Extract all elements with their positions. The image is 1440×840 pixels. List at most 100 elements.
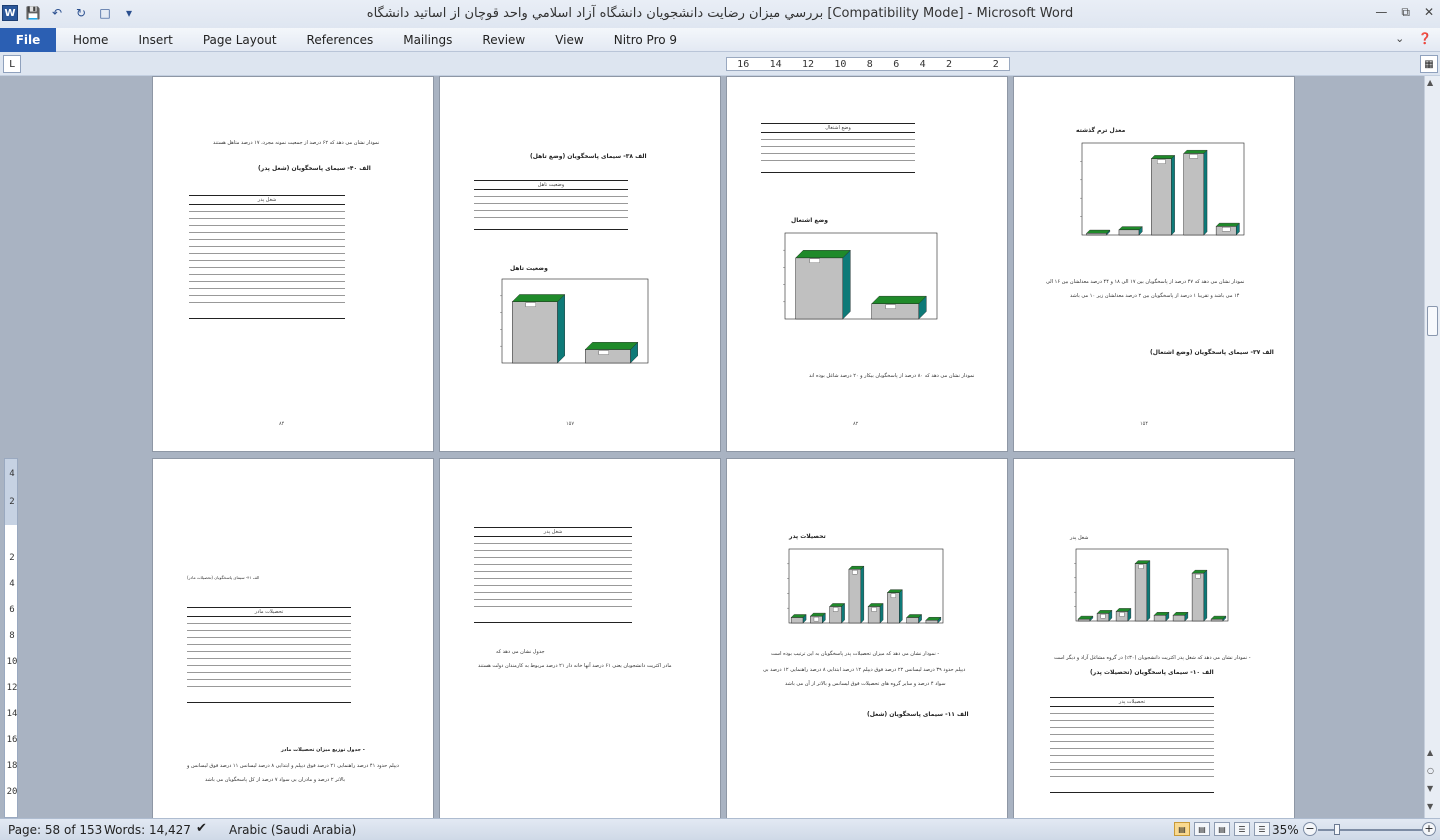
data-label <box>813 616 819 622</box>
ruler-tick: 2 <box>945 58 952 70</box>
table-row <box>474 558 632 565</box>
table-row <box>1050 756 1214 763</box>
table-row <box>474 551 632 558</box>
bar <box>795 257 844 320</box>
bar <box>925 619 939 624</box>
close-icon[interactable]: ✕ <box>1424 5 1434 20</box>
zoom-out-button[interactable]: − <box>1303 822 1317 836</box>
data-label <box>833 607 839 612</box>
page-text: نمودار نشان می دهد که ۸۰ درصد از پاسخگوی… <box>809 373 975 379</box>
print-layout-icon[interactable]: ▤ <box>1174 822 1190 836</box>
ruler-tick: 14 <box>769 58 782 70</box>
bar-side <box>1203 569 1208 622</box>
tab-references[interactable]: References <box>292 28 389 52</box>
vruler-tick: 8 <box>9 631 15 641</box>
table-row <box>187 666 351 673</box>
page-thumbnail[interactable]: نمودار نشان می دهد که ۶۲ درصد از جمعیت ن… <box>152 76 434 452</box>
outline-icon[interactable]: ☰ <box>1234 822 1250 836</box>
web-layout-icon[interactable]: ▤ <box>1214 822 1230 836</box>
tab-insert[interactable]: Insert <box>123 28 187 52</box>
document-canvas[interactable]: 4 2 2 4 6 8 10 12 14 16 18 20 نمودار نشا… <box>0 76 1424 818</box>
vruler-tick: 2 <box>9 553 15 563</box>
table-row <box>189 212 345 219</box>
table-row <box>474 593 632 600</box>
browse-object-icon[interactable]: ○ <box>1427 766 1434 775</box>
table-row <box>474 211 628 218</box>
bar <box>848 568 862 624</box>
proofing-icon[interactable]: ✔ <box>196 821 207 836</box>
table-row <box>189 261 345 268</box>
table-row <box>189 226 345 233</box>
tab-review[interactable]: Review <box>467 28 540 52</box>
scroll-up-icon[interactable]: ▲ <box>1427 78 1433 87</box>
zoom-in-button[interactable]: + <box>1422 822 1436 836</box>
table-row <box>187 680 351 687</box>
ribbon-minimize-icon[interactable]: ⌄ <box>1395 32 1404 45</box>
table-caption: وضعیت تاهل <box>474 181 628 190</box>
table-row <box>187 624 351 631</box>
page-thumbnail[interactable]: تحصیلات پدر - نمودار نشان می دهد که میزا… <box>726 458 1008 818</box>
zoom-slider-thumb[interactable] <box>1334 824 1340 835</box>
full-screen-reading-icon[interactable]: ▤ <box>1194 822 1210 836</box>
data-label <box>890 593 896 598</box>
table-row <box>189 289 345 296</box>
vruler-tick: 14 <box>6 709 18 719</box>
horizontal-ruler[interactable]: 16 14 12 10 8 6 4 2 2 <box>726 57 1010 71</box>
draft-icon[interactable]: ☰ <box>1254 822 1270 836</box>
vertical-ruler[interactable]: 4 2 2 4 6 8 10 12 14 16 18 20 <box>4 458 18 818</box>
title-bar: W 💾 ↶ ↻ □ ▾ بررسي ميزان رضايت دانشجويان … <box>0 0 1440 28</box>
bar-side <box>879 602 884 624</box>
page-thumbnail[interactable]: الف ۳۸- سیمای پاسخگویان (وضع تاهل) وضعیت… <box>439 76 721 452</box>
chart-title: وضع اشتغال <box>791 217 828 224</box>
language-indicator[interactable]: Arabic (Saudi Arabia) <box>229 823 356 837</box>
bar-side <box>899 589 903 624</box>
data-table: وضع اشتغال <box>761 123 915 173</box>
tab-nitro-pro[interactable]: Nitro Pro 9 <box>599 28 692 52</box>
table-row <box>474 204 628 211</box>
page-count[interactable]: Page: 58 of 153 <box>8 823 102 837</box>
next-page-icon[interactable]: ▼ <box>1427 784 1433 793</box>
zoom-level[interactable]: 35% <box>1272 823 1299 837</box>
bar-side <box>1146 560 1151 622</box>
help-icon[interactable]: ❓ <box>1418 32 1432 45</box>
data-label <box>1138 564 1144 569</box>
data-label <box>1222 227 1231 232</box>
page-thumbnail[interactable]: شغل پدر جدول نشان می دهد که مادر اکثریت … <box>439 458 721 818</box>
tab-selector-button[interactable]: L <box>3 55 21 73</box>
restore-icon[interactable]: ⧉ <box>1401 5 1410 20</box>
bar-side <box>1171 154 1175 236</box>
data-label <box>598 350 609 355</box>
page-thumbnail[interactable]: وضع اشتغال وضع اشتغال نمودار نشان می دهد… <box>726 76 1008 452</box>
bar <box>1183 153 1205 236</box>
page-heading: الف ۱۱- سیمای پاسخگویان (شغل) <box>867 711 969 718</box>
tab-page-layout[interactable]: Page Layout <box>188 28 292 52</box>
window-controls: — ⧉ ✕ <box>1375 5 1434 20</box>
table-row <box>189 233 345 240</box>
page-heading: الف ۱۰- سیمای پاسخگویان (تحصیلات پدر) <box>1090 669 1214 676</box>
page-thumbnail[interactable]: الف ۴۱- سیمای پاسخگویان (تحصیلات مادر) ت… <box>152 458 434 818</box>
page-thumbnail[interactable]: معدل ترم گذشته نمودار نشان می دهد که ۴۷ … <box>1013 76 1295 452</box>
ruler-tick: 6 <box>893 58 900 70</box>
file-tab[interactable]: File <box>0 28 56 52</box>
tab-view[interactable]: View <box>540 28 598 52</box>
vruler-tick: 18 <box>6 761 18 771</box>
page-number: ۸۲ <box>853 421 859 427</box>
page-thumbnail[interactable]: شغل پدر - نمودار نشان می دهد که شغل پدر … <box>1013 458 1295 818</box>
view-ruler-icon[interactable]: ▦ <box>1420 55 1438 73</box>
ruler-tick: 16 <box>737 58 750 70</box>
vruler-tick: 16 <box>6 735 18 745</box>
bar <box>906 617 919 624</box>
word-count[interactable]: Words: 14,427 <box>104 823 191 837</box>
scroll-down-icon[interactable]: ▼ <box>1427 802 1433 811</box>
data-label <box>1195 573 1201 579</box>
tab-home[interactable]: Home <box>58 28 123 52</box>
bar <box>511 301 558 364</box>
minimize-icon[interactable]: — <box>1375 5 1387 20</box>
vertical-scrollbar[interactable]: ▲ ▲ ○ ▼ ▼ <box>1424 76 1440 818</box>
page-text: - جدول توزیع میزان تحصیلات مادر <box>281 747 365 753</box>
scrollbar-thumb[interactable] <box>1427 306 1438 336</box>
tab-mailings[interactable]: Mailings <box>388 28 467 52</box>
chart-svg <box>787 548 944 624</box>
page-text: جدول نشان می دهد که <box>496 649 545 655</box>
previous-page-icon[interactable]: ▲ <box>1427 748 1433 757</box>
